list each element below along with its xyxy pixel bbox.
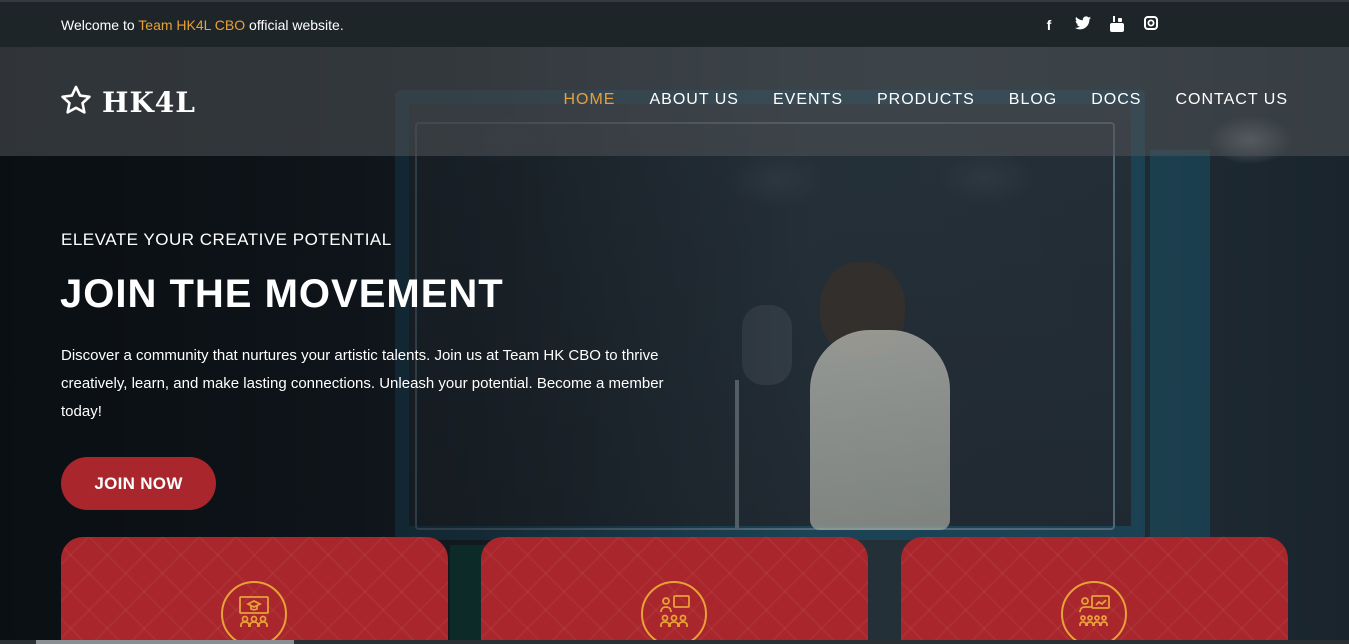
youtube-icon[interactable] (1108, 16, 1126, 34)
site-logo[interactable]: HK4L (60, 85, 196, 120)
nav-contact-us[interactable]: CONTACT US (1175, 91, 1288, 109)
nav-docs[interactable]: DOCS (1091, 91, 1141, 109)
hero-eyebrow: ELEVATE YOUR CREATIVE POTENTIAL (61, 230, 392, 249)
feature-card-mentorship[interactable] (481, 537, 868, 644)
social-links: f (1040, 16, 1160, 34)
facebook-icon[interactable]: f (1040, 16, 1058, 34)
welcome-suffix: official website. (245, 17, 344, 33)
twitter-icon[interactable] (1074, 16, 1092, 34)
mentorship-group-icon (654, 592, 694, 637)
welcome-message: Welcome to Team HK4L CBO official websit… (61, 17, 344, 33)
feature-card-presentation[interactable] (901, 537, 1288, 644)
classroom-icon (234, 592, 274, 637)
instagram-icon[interactable] (1142, 16, 1160, 34)
main-nav: HOME ABOUT US EVENTS PRODUCTS BLOG DOCS … (563, 91, 1288, 109)
star-icon (60, 85, 92, 120)
welcome-team-name: Team HK4L CBO (138, 17, 246, 33)
top-bar: Welcome to Team HK4L CBO official websit… (0, 0, 1349, 47)
presentation-audience-icon (1074, 592, 1114, 637)
feature-card-classroom[interactable] (61, 537, 448, 644)
welcome-prefix: Welcome to (61, 17, 139, 33)
nav-products[interactable]: PRODUCTS (877, 91, 975, 109)
nav-events[interactable]: EVENTS (773, 91, 843, 109)
logo-text: HK4L (102, 86, 196, 119)
join-now-button[interactable]: JOIN NOW (61, 457, 216, 510)
nav-home[interactable]: HOME (563, 91, 615, 109)
feature-icon-ring (641, 581, 707, 644)
feature-icon-ring (1061, 581, 1127, 644)
nav-about-us[interactable]: ABOUT US (649, 91, 739, 109)
hero-description: Discover a community that nurtures your … (61, 347, 664, 420)
feature-icon-ring (221, 581, 287, 644)
nav-blog[interactable]: BLOG (1009, 91, 1057, 109)
site-header: HK4L HOME ABOUT US EVENTS PRODUCTS BLOG … (0, 47, 1349, 156)
hero-headline: JOIN THE MOVEMENT (60, 272, 504, 316)
horizontal-scrollbar-thumb[interactable] (36, 640, 294, 644)
